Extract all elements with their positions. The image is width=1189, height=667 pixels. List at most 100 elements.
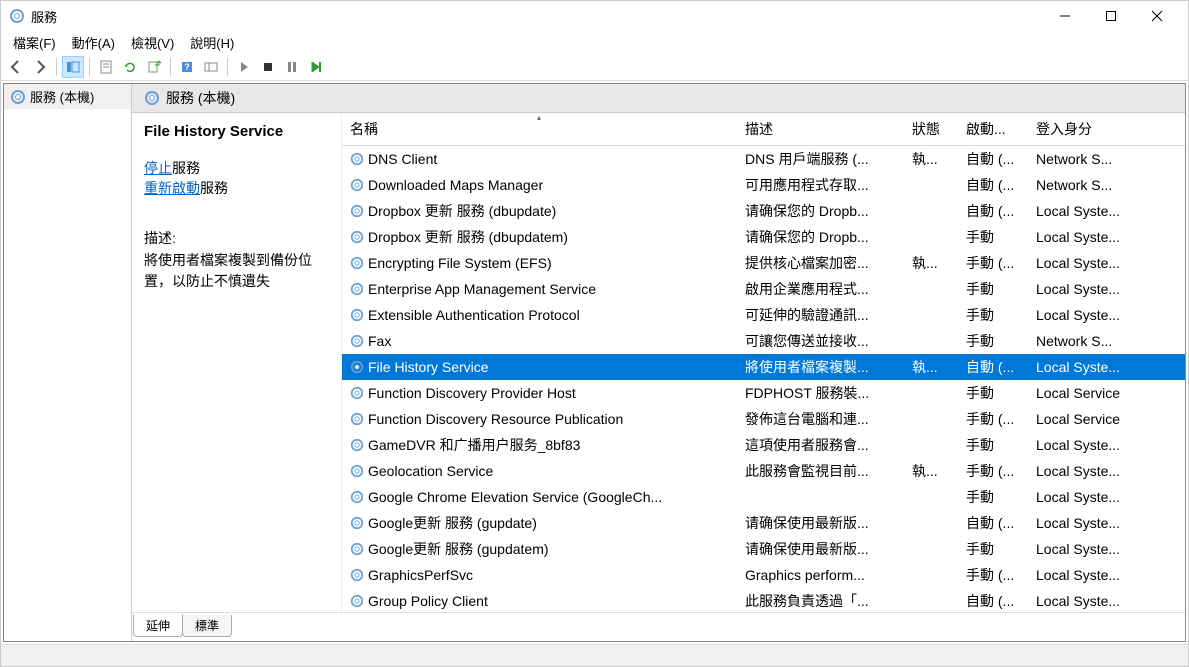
cell-log-on-as: Local Service [1028,385,1185,401]
gear-icon [350,308,364,322]
tab-extended[interactable]: 延伸 [133,614,183,637]
column-header-log-on-as[interactable]: 登入身分 [1028,113,1185,145]
column-header-status[interactable]: 狀態 [904,113,958,145]
cell-startup-type: 手動 [958,305,1028,325]
cell-startup-type: 手動 (... [958,565,1028,585]
list-body[interactable]: DNS ClientDNS 用戶端服務 (...執...自動 (...Netwo… [342,146,1185,612]
cell-name: Fax [342,333,737,349]
menu-file[interactable]: 檔案(F) [5,31,64,54]
table-row[interactable]: Fax可讓您傳送並接收...手動Network S... [342,328,1185,354]
cell-name: Extensible Authentication Protocol [342,307,737,323]
tab-standard[interactable]: 標準 [182,615,232,637]
cell-name: Group Policy Client [342,593,737,609]
gear-icon [350,386,364,400]
cell-log-on-as: Local Syste... [1028,489,1185,505]
tree-panel: 服務 (本機) [4,84,132,641]
cell-name: Google Chrome Elevation Service (GoogleC… [342,489,737,505]
cell-status: 執... [904,461,958,481]
toolbar: ? [1,53,1188,81]
gear-icon [350,334,364,348]
restart-service-link[interactable]: 重新啟動 [144,180,200,196]
menu-view[interactable]: 檢視(V) [123,31,182,54]
table-row[interactable]: Google Chrome Elevation Service (GoogleC… [342,484,1185,510]
cell-description: 可用應用程式存取... [737,175,904,195]
maximize-button[interactable] [1088,1,1134,31]
cell-description: FDPHOST 服務裝... [737,383,904,403]
table-row[interactable]: Dropbox 更新 服務 (dbupdate)请确保您的 Dropb...自動… [342,198,1185,224]
cell-startup-type: 自動 (... [958,513,1028,533]
help-button[interactable]: ? [176,56,198,78]
menubar: 檔案(F) 動作(A) 檢視(V) 說明(H) [1,31,1188,53]
menu-help[interactable]: 說明(H) [182,31,242,54]
cell-startup-type: 自動 (... [958,175,1028,195]
cell-log-on-as: Local Syste... [1028,307,1185,323]
cell-name: Function Discovery Resource Publication [342,411,737,427]
cell-description: 此服務會監視目前... [737,461,904,481]
table-row[interactable]: GameDVR 和广播用户服务_8bf83這項使用者服務會...手動Local … [342,432,1185,458]
export-button[interactable] [143,56,165,78]
app-icon [9,8,25,24]
cell-log-on-as: Network S... [1028,177,1185,193]
table-row[interactable]: Enterprise App Management Service啟用企業應用程… [342,276,1185,302]
table-row[interactable]: DNS ClientDNS 用戶端服務 (...執...自動 (...Netwo… [342,146,1185,172]
statusbar [1,644,1188,666]
restart-service-button[interactable] [305,56,327,78]
column-header-name[interactable]: 名稱▴ [342,113,737,145]
cell-startup-type: 自動 (... [958,591,1028,611]
menu-action[interactable]: 動作(A) [64,31,123,54]
table-row[interactable]: Google更新 服務 (gupdatem)请确保使用最新版...手動Local… [342,536,1185,562]
cell-log-on-as: Local Syste... [1028,255,1185,271]
description-text: 將使用者檔案複製到備份位置，以防止不慎遺失 [144,250,329,292]
stop-service-link[interactable]: 停止 [144,160,172,176]
cell-description: 啟用企業應用程式... [737,279,904,299]
cell-startup-type: 手動 [958,539,1028,559]
gear-icon [350,230,364,244]
table-row[interactable]: Group Policy Client此服務負責透過「...自動 (...Loc… [342,588,1185,612]
selected-service-name: File History Service [144,123,329,140]
column-header-startup-type[interactable]: 啟動... [958,113,1028,145]
cell-log-on-as: Local Syste... [1028,541,1185,557]
list-header: 名稱▴ 描述 狀態 啟動... 登入身分 [342,113,1185,146]
cell-startup-type: 手動 [958,331,1028,351]
show-hide-tree-button[interactable] [62,56,84,78]
start-service-button[interactable] [233,56,255,78]
cell-description: 可延伸的驗證通訊... [737,305,904,325]
cell-log-on-as: Local Service [1028,411,1185,427]
column-header-description[interactable]: 描述 [737,113,904,145]
table-row[interactable]: File History Service將使用者檔案複製...執...自動 (.… [342,354,1185,380]
stop-service-button[interactable] [257,56,279,78]
table-row[interactable]: Encrypting File System (EFS)提供核心檔案加密...執… [342,250,1185,276]
table-row[interactable]: Geolocation Service此服務會監視目前...執...手動 (..… [342,458,1185,484]
gear-icon [144,90,160,106]
table-row[interactable]: Function Discovery Provider HostFDPHOST … [342,380,1185,406]
cell-log-on-as: Local Syste... [1028,281,1185,297]
properties-button[interactable] [95,56,117,78]
pause-service-button[interactable] [281,56,303,78]
cell-name: Encrypting File System (EFS) [342,255,737,271]
table-row[interactable]: GraphicsPerfSvcGraphics perform...手動 (..… [342,562,1185,588]
tree-node-services-local[interactable]: 服務 (本機) [4,84,131,109]
gear-icon [350,360,364,374]
cell-name: Geolocation Service [342,463,737,479]
toolbar-extra-button[interactable] [200,56,222,78]
gear-icon [350,568,364,582]
cell-log-on-as: Local Syste... [1028,567,1185,583]
table-row[interactable]: Extensible Authentication Protocol可延伸的驗證… [342,302,1185,328]
table-row[interactable]: Google更新 服務 (gupdate)请确保使用最新版...自動 (...L… [342,510,1185,536]
cell-description: 發佈這台電腦和連... [737,409,904,429]
back-button[interactable] [5,56,27,78]
table-row[interactable]: Dropbox 更新 服務 (dbupdatem)请确保您的 Dropb...手… [342,224,1185,250]
cell-description: 请确保您的 Dropb... [737,201,904,221]
refresh-button[interactable] [119,56,141,78]
table-row[interactable]: Function Discovery Resource Publication發… [342,406,1185,432]
cell-description: 请确保您的 Dropb... [737,227,904,247]
table-row[interactable]: Downloaded Maps Manager可用應用程式存取...自動 (..… [342,172,1185,198]
forward-button[interactable] [29,56,51,78]
cell-status: 執... [904,253,958,273]
cell-startup-type: 自動 (... [958,201,1028,221]
minimize-button[interactable] [1042,1,1088,31]
right-panel: 服務 (本機) File History Service 停止服務 重新啟動服務… [132,84,1185,641]
services-window: 服務 檔案(F) 動作(A) 檢視(V) 說明(H) ? [0,0,1189,667]
gear-icon [350,464,364,478]
close-button[interactable] [1134,1,1180,31]
